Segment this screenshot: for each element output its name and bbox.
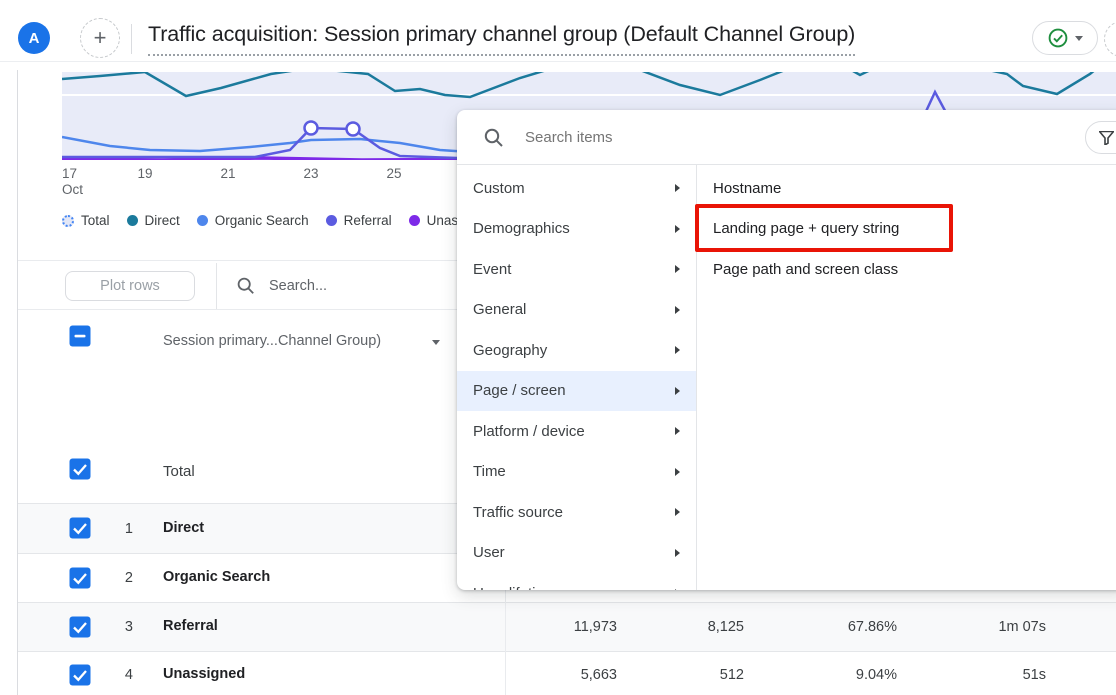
total-row-label: Total	[163, 463, 195, 480]
dimension-category-list: Custom Demographics Event General Geogra…	[457, 165, 697, 590]
header-edge-button[interactable]	[1104, 21, 1116, 57]
annotation-red-highlight-box	[695, 204, 953, 252]
category-general[interactable]: General	[457, 290, 696, 331]
row-checkbox[interactable]	[69, 616, 91, 638]
avatar[interactable]: A	[18, 22, 50, 54]
x-axis-tick-19: 19	[130, 166, 160, 181]
row-index: 4	[93, 667, 133, 683]
total-dashed-circle-icon	[62, 215, 74, 227]
funnel-filter-icon	[1099, 131, 1114, 145]
search-icon	[483, 127, 505, 154]
legend-item-total[interactable]: Total	[62, 213, 110, 228]
row-metric-cell: 5,663	[500, 667, 617, 683]
submenu-arrow-icon	[675, 265, 680, 273]
legend-item-referral[interactable]: Referral	[326, 213, 392, 228]
submenu-arrow-icon	[675, 306, 680, 314]
category-geography[interactable]: Geography	[457, 330, 696, 371]
submenu-arrow-icon	[675, 184, 680, 192]
category-page-screen[interactable]: Page / screen	[457, 371, 696, 412]
submenu-arrow-icon	[675, 225, 680, 233]
x-axis-tick-25: 25	[379, 166, 409, 181]
referral-data-point-marker[interactable]	[347, 123, 360, 136]
legend-item-direct[interactable]: Direct	[127, 213, 180, 228]
category-platform-device[interactable]: Platform / device	[457, 411, 696, 452]
dimension-picker-panel: Custom Demographics Event General Geogra…	[457, 110, 1116, 590]
row-checkbox[interactable]	[69, 567, 91, 589]
referral-series-dot-icon	[326, 215, 337, 226]
total-row-checkbox[interactable]	[69, 458, 91, 480]
direct-series-dot-icon	[127, 215, 138, 226]
submenu-arrow-icon	[675, 387, 680, 395]
row-index: 1	[93, 521, 133, 537]
submenu-arrow-icon	[675, 346, 680, 354]
table-search-input[interactable]	[269, 273, 449, 299]
x-axis-tick-21: 21	[213, 166, 243, 181]
submenu-arrow-icon	[675, 589, 680, 590]
toolbar-divider	[216, 263, 217, 309]
chevron-down-icon	[1075, 36, 1083, 41]
row-channel-name: Referral	[163, 618, 218, 634]
row-index: 3	[93, 619, 133, 635]
legend-item-organic-search[interactable]: Organic Search	[197, 213, 309, 228]
row-channel-name: Direct	[163, 520, 204, 536]
row-channel-name: Unassigned	[163, 666, 245, 682]
search-icon	[236, 276, 256, 301]
row-index: 2	[93, 570, 133, 586]
row-checkbox[interactable]	[69, 517, 91, 539]
row-channel-name: Organic Search	[163, 569, 270, 585]
category-time[interactable]: Time	[457, 452, 696, 493]
row-metric-cell: 9.04%	[780, 667, 897, 683]
submenu-arrow-icon	[675, 468, 680, 476]
row-metric-cell: 51s	[926, 667, 1046, 683]
category-custom[interactable]: Custom	[457, 168, 696, 209]
row-metric-cell: 8,125	[644, 619, 744, 635]
submenu-arrow-icon	[675, 508, 680, 516]
submenu-arrow-icon	[675, 549, 680, 557]
organic-search-series-dot-icon	[197, 215, 208, 226]
row-checkbox[interactable]	[69, 664, 91, 686]
page-title[interactable]: Traffic acquisition: Session primary cha…	[148, 22, 855, 56]
submenu-arrow-icon	[675, 427, 680, 435]
panel-search-input[interactable]	[525, 123, 905, 151]
app-header: A + Traffic acquisition: Session primary…	[0, 0, 1116, 62]
table-row[interactable]: 3 Referral 11,973 8,125 67.86% 1m 07s	[17, 602, 1116, 651]
filter-button[interactable]	[1085, 121, 1116, 154]
referral-data-point-marker[interactable]	[305, 122, 318, 135]
series-direct-line	[62, 72, 1116, 97]
category-traffic-source[interactable]: Traffic source	[457, 492, 696, 533]
data-quality-button[interactable]	[1032, 21, 1098, 55]
dimension-hostname[interactable]: Hostname	[697, 168, 1116, 209]
x-axis-tick-17-oct: 17 Oct	[62, 166, 102, 197]
category-event[interactable]: Event	[457, 249, 696, 290]
row-metric-cell: 512	[644, 667, 744, 683]
x-axis-tick-23: 23	[296, 166, 326, 181]
header-divider	[131, 24, 132, 54]
card-left-border	[17, 70, 18, 695]
table-row[interactable]: 4 Unassigned 5,663 512 9.04% 51s	[17, 651, 1116, 695]
unassigned-series-dot-icon	[409, 215, 420, 226]
category-user[interactable]: User	[457, 533, 696, 574]
category-demographics[interactable]: Demographics	[457, 209, 696, 250]
plot-rows-button[interactable]: Plot rows	[65, 271, 195, 301]
category-user-lifetime[interactable]: User lifetime	[457, 573, 696, 590]
row-metric-cell: 67.86%	[780, 619, 897, 635]
chart-legend: Total Direct Organic Search Referral Una…	[62, 213, 498, 228]
dimension-column-header[interactable]: Session primary...Channel Group)	[163, 333, 381, 349]
analytics-report-page: 17 Oct 19 21 23 25 Total Direct Organic …	[0, 0, 1116, 695]
dimension-header-caret-icon[interactable]	[432, 340, 440, 345]
add-comparison-button[interactable]: +	[80, 18, 120, 58]
select-all-checkbox-indeterminate[interactable]	[69, 325, 91, 347]
green-check-circle-icon	[1048, 28, 1068, 48]
row-metric-cell: 1m 07s	[926, 619, 1046, 635]
row-metric-cell: 11,973	[500, 619, 617, 635]
panel-search-bar	[457, 110, 1116, 165]
dimension-page-path-screen-class[interactable]: Page path and screen class	[697, 249, 1116, 290]
